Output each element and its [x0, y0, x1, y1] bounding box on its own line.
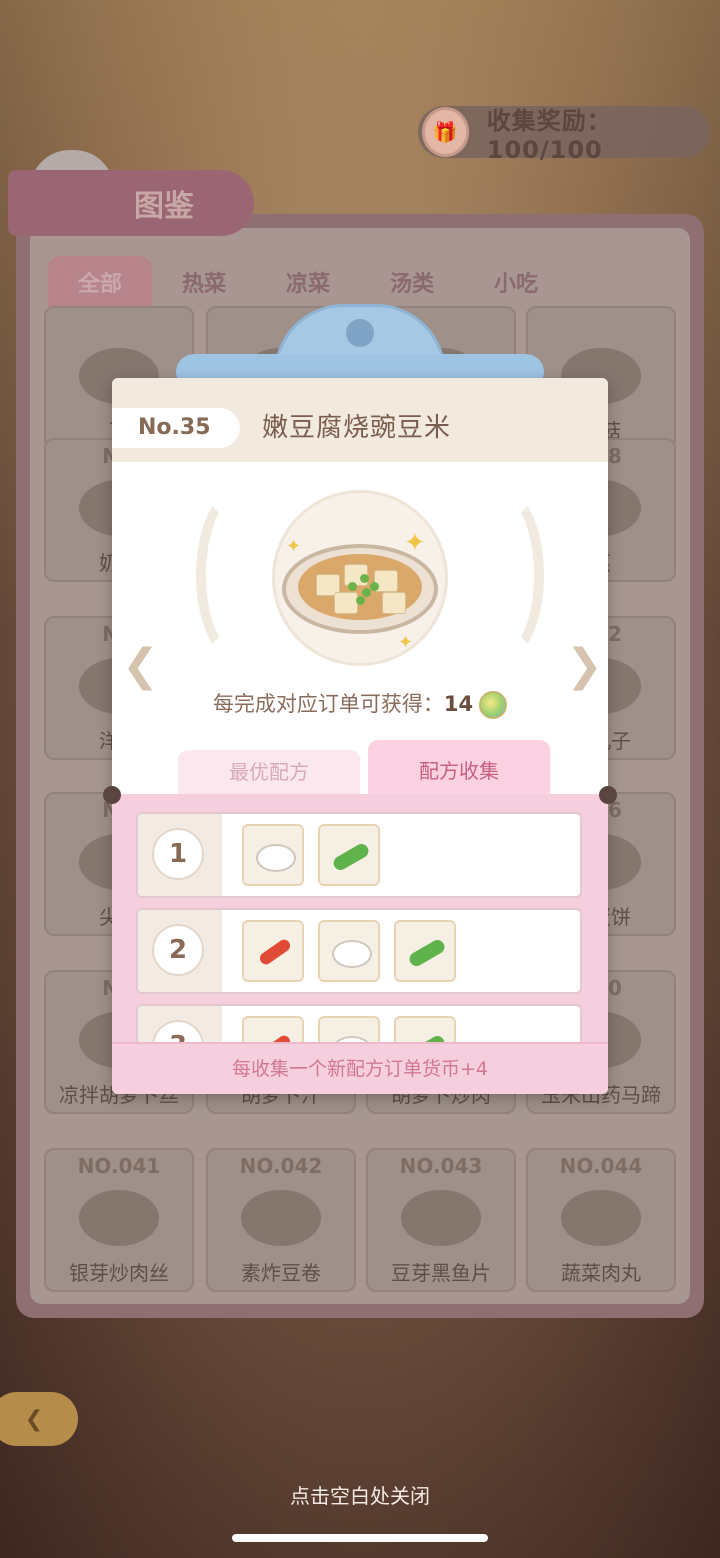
catalog-cell[interactable]: NO.041 银芽炒肉丝 — [44, 1148, 194, 1292]
catalog-cell-number: NO.043 — [399, 1154, 483, 1178]
tofu-icon — [318, 1016, 380, 1044]
dish-thumbnail — [79, 1190, 159, 1246]
dish-number: No.35 — [112, 408, 240, 448]
close-hint[interactable]: 点击空白处关闭 — [0, 1480, 720, 1509]
pea-pod-icon — [394, 920, 456, 982]
home-indicator[interactable] — [232, 1534, 488, 1542]
tofu-piece — [334, 592, 358, 614]
catalog-cell[interactable]: NO.044 蔬菜肉丸 — [526, 1148, 676, 1292]
card-header: No.35 嫩豆腐烧豌豆米 — [112, 378, 608, 462]
tofu-icon — [318, 920, 380, 982]
laurel-left-icon — [196, 490, 276, 660]
recipe-number: 1 — [152, 828, 204, 880]
catalog-cell-number: NO.042 — [239, 1154, 323, 1178]
tofu-piece — [382, 592, 406, 614]
dish-thumbnail — [401, 1190, 481, 1246]
tab-best-recipe[interactable]: 最优配方 — [178, 750, 360, 794]
coin-icon — [479, 691, 508, 719]
recipe-row: 1 — [136, 812, 582, 898]
gift-icon: 🎁 — [422, 107, 469, 157]
tofu-icon — [242, 824, 304, 886]
catalog-cell-name: 蔬菜肉丸 — [561, 1261, 641, 1285]
collection-reward-pill[interactable]: 🎁 收集奖励：100/100 — [418, 106, 710, 164]
back-arrow-icon: ❮ — [24, 1406, 44, 1432]
sparkle-icon: ✦ — [398, 632, 414, 653]
sparkle-icon: ✦ — [286, 536, 302, 557]
chili-pepper-icon — [242, 920, 304, 982]
collection-reward-text: 收集奖励：100/100 — [486, 106, 612, 164]
card-notch — [599, 786, 617, 804]
catalog-cell-number: NO.044 — [559, 1154, 643, 1178]
catalog-cell-number: NO.041 — [77, 1154, 161, 1178]
pea-pod-icon — [394, 1016, 456, 1044]
catalog-cell-name: 银芽炒肉丝 — [69, 1261, 169, 1285]
recipe-list[interactable]: 1 2 3 — [112, 794, 608, 1044]
recipe-number: 2 — [152, 924, 204, 976]
catalog-title: 图鉴 — [8, 170, 254, 236]
dish-thumbnail — [561, 1190, 641, 1246]
catalog-cell-name: 素炸豆卷 — [241, 1261, 321, 1285]
prev-dish-arrow-icon[interactable]: ❮ — [122, 640, 159, 691]
clip-hole — [346, 319, 374, 347]
sparkle-icon: ✦ — [404, 528, 426, 558]
dish-title: 嫩豆腐烧豌豆米 — [262, 413, 452, 443]
card-notch — [103, 786, 121, 804]
laurel-right-icon — [464, 490, 544, 660]
recipe-row: 2 — [136, 908, 582, 994]
dish-detail-card: No.35 嫩豆腐烧豌豆米 ✦ ✦ ✦ ❮ ❯ 每完成对应订单可获得：14 最优… — [112, 378, 608, 1094]
recipe-row: 3 — [136, 1004, 582, 1044]
order-reward-label: 每完成对应订单可获得： — [212, 692, 444, 716]
catalog-cell[interactable]: NO.043 豆芽黑鱼片 — [366, 1148, 516, 1292]
catalog-cell[interactable]: NO.042 素炸豆卷 — [206, 1148, 356, 1292]
chili-pepper-icon — [242, 1016, 304, 1044]
order-reward-value: 14 — [443, 692, 474, 716]
dish-thumbnail — [241, 1190, 321, 1246]
collection-bonus-note: 每收集一个新配方订单货币+4 — [112, 1042, 608, 1094]
catalog-cell-name: 豆芽黑鱼片 — [391, 1261, 491, 1285]
order-reward: 每完成对应订单可获得：14 — [112, 688, 608, 719]
next-dish-arrow-icon[interactable]: ❯ — [566, 640, 603, 691]
tab-recipe-collection[interactable]: 配方收集 — [368, 740, 550, 794]
back-button[interactable]: ❮ — [0, 1392, 78, 1446]
pea-pod-icon — [318, 824, 380, 886]
